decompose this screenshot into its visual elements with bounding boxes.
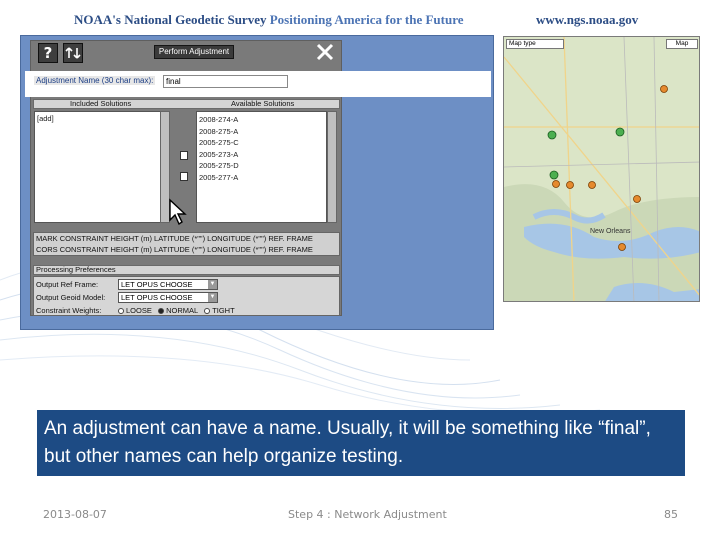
tight-label: TIGHT: [212, 306, 235, 315]
map-canvas: New Orleans: [504, 37, 699, 301]
slide-caption: An adjustment can have a name. Usually, …: [37, 410, 685, 476]
help-icon: ?: [43, 44, 53, 62]
normal-radio[interactable]: [158, 308, 165, 315]
processing-preferences-header: Processing Preferences: [33, 265, 340, 275]
mark-constraint-row: MARK CONSTRAINT HEIGHT (m) LATITUDE (*""…: [36, 234, 313, 243]
map-marker-orange: [566, 181, 574, 189]
map-marker-green: [547, 130, 557, 140]
list-item[interactable]: 2005-275-D: [199, 160, 324, 172]
adjustment-name-label: Adjustment Name (30 char max):: [34, 76, 156, 85]
adjustment-name-input[interactable]: final: [163, 75, 288, 88]
map-marker-orange: [588, 181, 596, 189]
list-item[interactable]: 2005-275-C: [199, 137, 324, 149]
swap-button[interactable]: [63, 43, 83, 63]
map-marker-green: [615, 127, 625, 137]
org-name: National Geodetic Survey: [124, 12, 267, 27]
perform-adjustment-button[interactable]: Perform Adjustment: [154, 45, 234, 59]
processing-preferences-panel: Output Ref Frame: LET OPUS CHOOSE ▼ Outp…: [33, 276, 340, 316]
footer-date: 2013-08-07: [43, 508, 107, 521]
header-url[interactable]: www.ngs.noaa.gov: [536, 12, 638, 28]
map-view[interactable]: New Orleans: [503, 36, 700, 302]
loose-radio[interactable]: [118, 308, 124, 315]
close-button[interactable]: [314, 42, 336, 64]
tagline: Positioning America for the Future: [269, 12, 464, 27]
map-marker-green: [549, 170, 559, 180]
list-item[interactable]: 2008-274-A: [199, 114, 324, 126]
available-solutions-list[interactable]: 2008-274-A 2008-275-A 2005-275-C 2005-27…: [196, 111, 327, 223]
loose-label: LOOSE: [126, 306, 152, 315]
geoid-label: Output Geoid Model:: [36, 293, 106, 302]
footer-page-number: 85: [664, 508, 678, 521]
list-item[interactable]: 2008-275-A: [199, 126, 324, 138]
map-button[interactable]: Map: [666, 39, 698, 49]
tight-radio[interactable]: [204, 308, 211, 315]
map-place-label: New Orleans: [590, 228, 631, 235]
normal-label: NORMAL: [166, 306, 198, 315]
swap-arrows-icon: [65, 47, 81, 59]
ref-frame-label: Output Ref Frame:: [36, 280, 99, 289]
map-marker-orange: [618, 243, 626, 251]
ref-frame-select[interactable]: LET OPUS CHOOSE ▼: [118, 279, 218, 290]
list-item[interactable]: 2005-277-A: [199, 172, 324, 184]
available-solutions-header: Available Solutions: [231, 99, 295, 108]
geoid-value: LET OPUS CHOOSE: [121, 293, 193, 302]
chevron-down-icon: ▼: [208, 280, 217, 289]
constraints-header: MARK CONSTRAINT HEIGHT (m) LATITUDE (*""…: [33, 232, 340, 256]
list-item[interactable]: 2005-273-A: [199, 149, 324, 161]
close-icon: [316, 43, 334, 61]
map-type-select[interactable]: Map type: [506, 39, 564, 49]
weights-options: LOOSE NORMAL TIGHT: [118, 306, 235, 315]
ref-frame-value: LET OPUS CHOOSE: [121, 280, 193, 289]
org-prefix: NOAA's: [74, 12, 121, 27]
chevron-down-icon: ▼: [208, 293, 217, 302]
map-marker-orange: [552, 180, 560, 188]
cors-constraint-row: CORS CONSTRAINT HEIGHT (m) LATITUDE (*""…: [36, 245, 313, 254]
mouse-pointer-icon: [169, 198, 187, 226]
map-marker-orange: [660, 85, 668, 93]
included-solutions-list[interactable]: [add]: [34, 111, 170, 223]
move-left-button[interactable]: [180, 172, 188, 181]
included-solutions-header: Included Solutions: [70, 99, 132, 108]
move-right-button[interactable]: [180, 151, 188, 160]
footer-title: Step 4 : Network Adjustment: [288, 508, 447, 521]
solutions-header: Included Solutions Available Solutions: [33, 99, 340, 109]
help-button[interactable]: ?: [38, 43, 58, 63]
header-brand: NOAA's National Geodetic Survey Position…: [74, 12, 464, 28]
geoid-select[interactable]: LET OPUS CHOOSE ▼: [118, 292, 218, 303]
available-scrollbar[interactable]: [327, 111, 337, 223]
list-item[interactable]: [add]: [37, 114, 167, 123]
map-marker-orange: [633, 195, 641, 203]
weights-label: Constraint Weights:: [36, 306, 102, 315]
